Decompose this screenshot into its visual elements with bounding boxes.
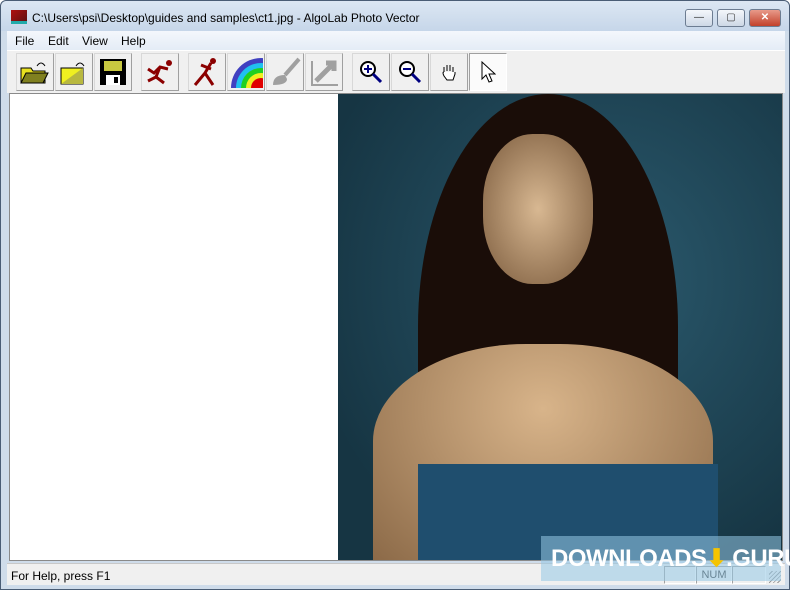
window-title: C:\Users\psi\Desktop\guides and samples\… (32, 11, 420, 25)
vector-preview-pane[interactable] (10, 94, 337, 560)
close-button[interactable]: ✕ (749, 9, 781, 27)
menu-view[interactable]: View (82, 34, 108, 48)
save-icon (100, 59, 126, 85)
watermark: DOWNLOADS⬇.GURU (541, 536, 790, 581)
export-icon (311, 60, 338, 86)
zoom-out-icon (399, 61, 422, 84)
palette-button[interactable] (227, 53, 265, 91)
status-text: For Help, press F1 (11, 569, 111, 583)
app-window: C:\Users\psi\Desktop\guides and samples\… (0, 0, 790, 590)
hand-button[interactable] (430, 53, 468, 91)
client-area (9, 93, 783, 561)
title-bar[interactable]: C:\Users\psi\Desktop\guides and samples\… (1, 1, 789, 31)
minimize-button[interactable]: — (685, 9, 713, 27)
menu-help[interactable]: Help (121, 34, 146, 48)
watermark-suffix: .GURU (726, 545, 790, 572)
zoom-in-button[interactable] (352, 53, 390, 91)
app-icon (11, 10, 27, 24)
palette-icon (231, 58, 263, 88)
maximize-button[interactable]: ▢ (717, 9, 745, 27)
source-image[interactable] (338, 94, 782, 560)
toolbar (7, 50, 785, 93)
watermark-text: DOWNLOADS (551, 545, 707, 572)
pointer-icon (481, 61, 496, 83)
open-icon (20, 62, 49, 84)
menu-file[interactable]: File (15, 34, 34, 48)
open-button[interactable] (16, 53, 54, 91)
brush-icon (273, 57, 301, 85)
vectorize-icon (193, 58, 216, 86)
download-arrow-icon: ⬇ (706, 545, 727, 572)
open-image-icon (60, 62, 85, 85)
menu-edit[interactable]: Edit (48, 34, 69, 48)
hand-icon (442, 65, 456, 81)
menu-bar: File Edit View Help (7, 31, 785, 50)
save-button[interactable] (94, 53, 132, 91)
vectorize-button[interactable] (188, 53, 226, 91)
brush-button[interactable] (266, 53, 304, 91)
run-button[interactable] (141, 53, 179, 91)
zoom-out-button[interactable] (391, 53, 429, 91)
zoom-in-icon (360, 61, 383, 84)
pointer-button[interactable] (469, 53, 507, 91)
run-icon (147, 60, 172, 85)
open-image-button[interactable] (55, 53, 93, 91)
export-button[interactable] (305, 53, 343, 91)
